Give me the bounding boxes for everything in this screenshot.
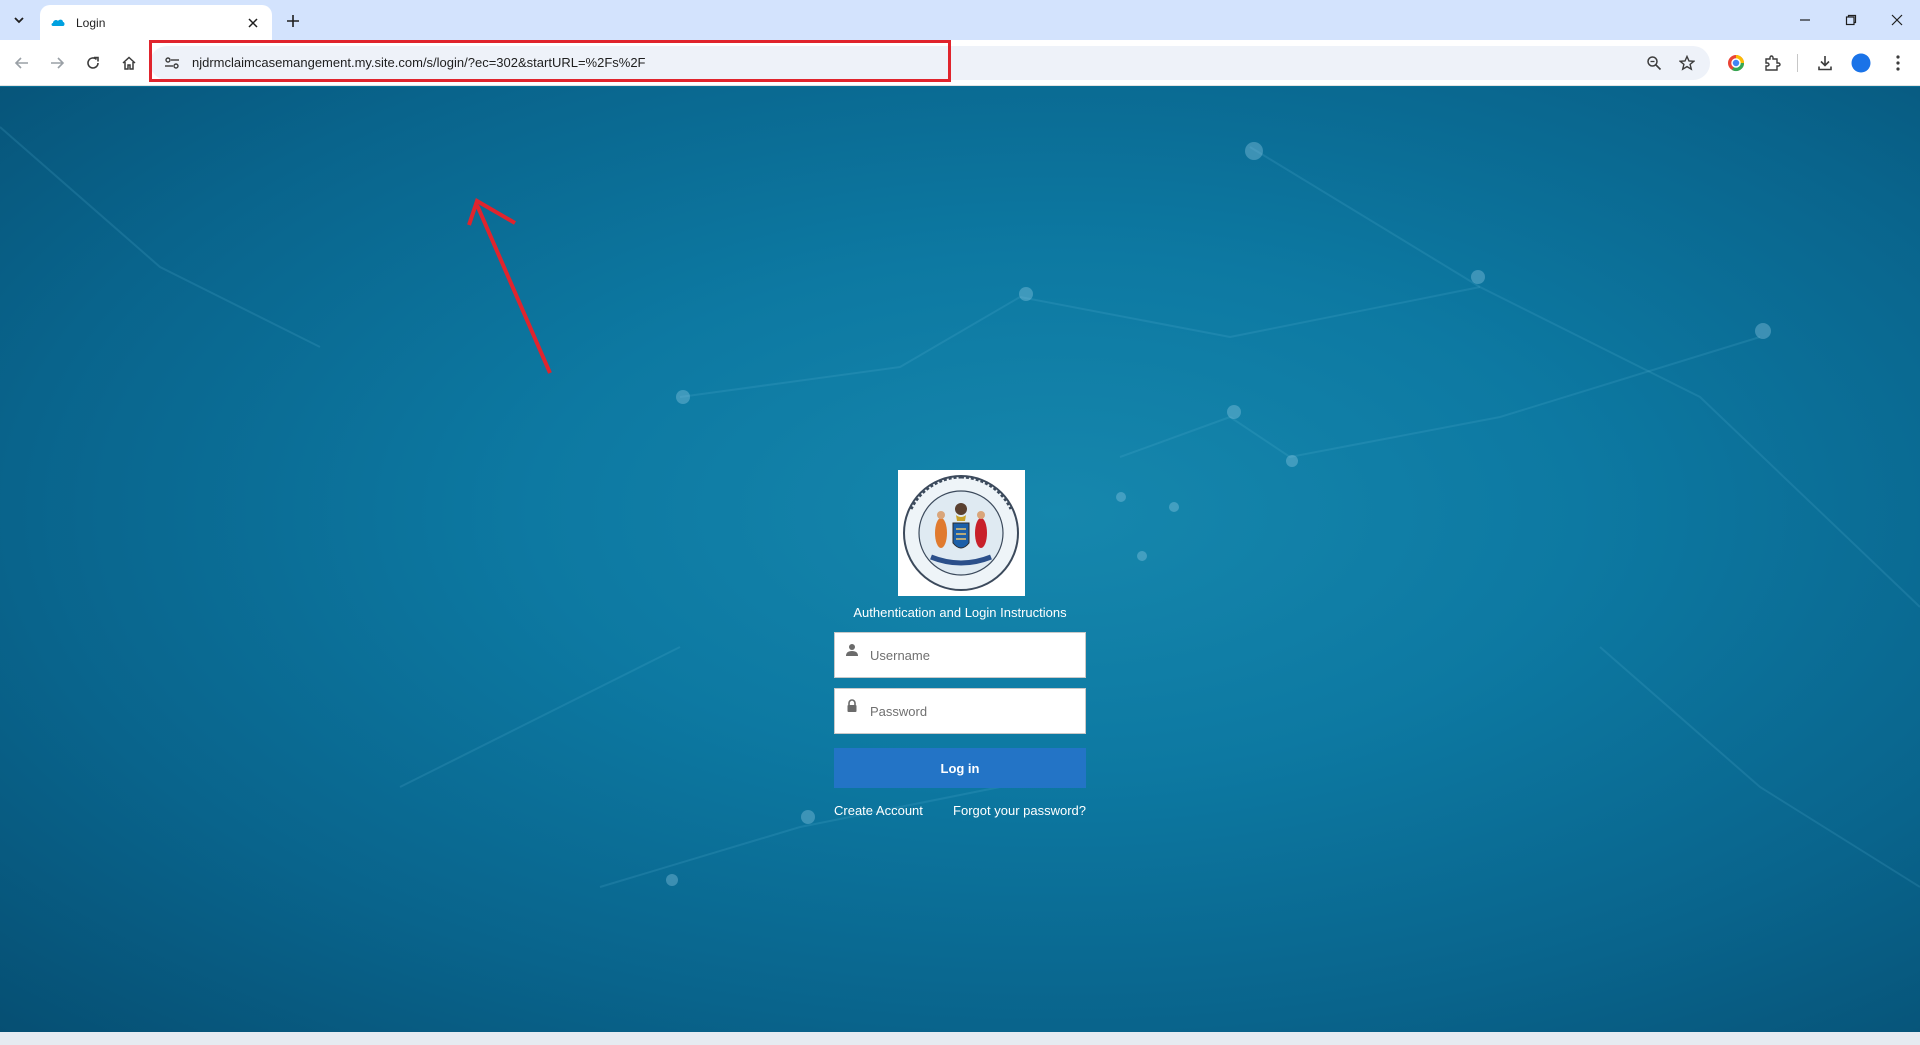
close-window-icon[interactable] [1874, 0, 1920, 40]
window-controls [1782, 0, 1920, 40]
browser-tab[interactable]: Login [40, 5, 272, 40]
bookmark-star-icon[interactable] [1677, 53, 1697, 73]
password-field[interactable] [834, 688, 1086, 734]
tab-close-icon[interactable] [244, 14, 262, 32]
lock-icon [847, 699, 857, 712]
toolbar-divider [1797, 54, 1798, 72]
browser-toolbar: njdrmclaimcasemangement.my.site.com/s/lo… [0, 40, 1920, 86]
nj-state-seal-logo [897, 470, 1025, 596]
password-input[interactable] [835, 689, 1085, 733]
home-icon[interactable] [115, 49, 143, 77]
red-annotation-arrow [467, 198, 552, 374]
create-account-link[interactable]: Create Account [834, 803, 923, 818]
forward-arrow-icon[interactable] [43, 49, 71, 77]
username-field[interactable] [834, 632, 1086, 678]
back-arrow-icon[interactable] [8, 49, 36, 77]
new-tab-plus-icon[interactable] [280, 8, 306, 34]
address-bar[interactable]: njdrmclaimcasemangement.my.site.com/s/lo… [150, 46, 1710, 80]
minimize-icon[interactable] [1782, 0, 1828, 40]
tab-search-chevron-icon[interactable] [6, 8, 32, 32]
forgot-password-link[interactable]: Forgot your password? [953, 803, 1086, 818]
zoom-magnifier-icon[interactable] [1644, 53, 1664, 73]
more-menu-icon[interactable] [1884, 49, 1912, 77]
site-info-tune-icon[interactable] [162, 54, 182, 72]
login-instructions-link[interactable]: Authentication and Login Instructions [853, 605, 1066, 620]
tab-strip: Login [0, 0, 1920, 40]
taskbar-edge [0, 1032, 1920, 1045]
restore-icon[interactable] [1828, 0, 1874, 40]
login-page: Authentication and Login Instructions Lo… [0, 87, 1920, 1032]
url-text[interactable]: njdrmclaimcasemangement.my.site.com/s/lo… [192, 55, 646, 70]
tab-title: Login [76, 15, 106, 30]
extensions-puzzle-icon[interactable] [1758, 49, 1786, 77]
login-button[interactable]: Log in [834, 748, 1086, 788]
salesforce-cloud-icon [51, 19, 65, 26]
profile-avatar-icon[interactable] [1847, 49, 1875, 77]
reload-icon[interactable] [79, 49, 107, 77]
chrome-extension-color-icon[interactable] [1722, 49, 1750, 77]
download-icon[interactable] [1811, 49, 1839, 77]
user-icon [846, 644, 858, 656]
account-links: Create Account Forgot your password? [834, 803, 1086, 818]
login-panel: Authentication and Login Instructions Lo… [834, 470, 1086, 818]
username-input[interactable] [835, 633, 1085, 677]
